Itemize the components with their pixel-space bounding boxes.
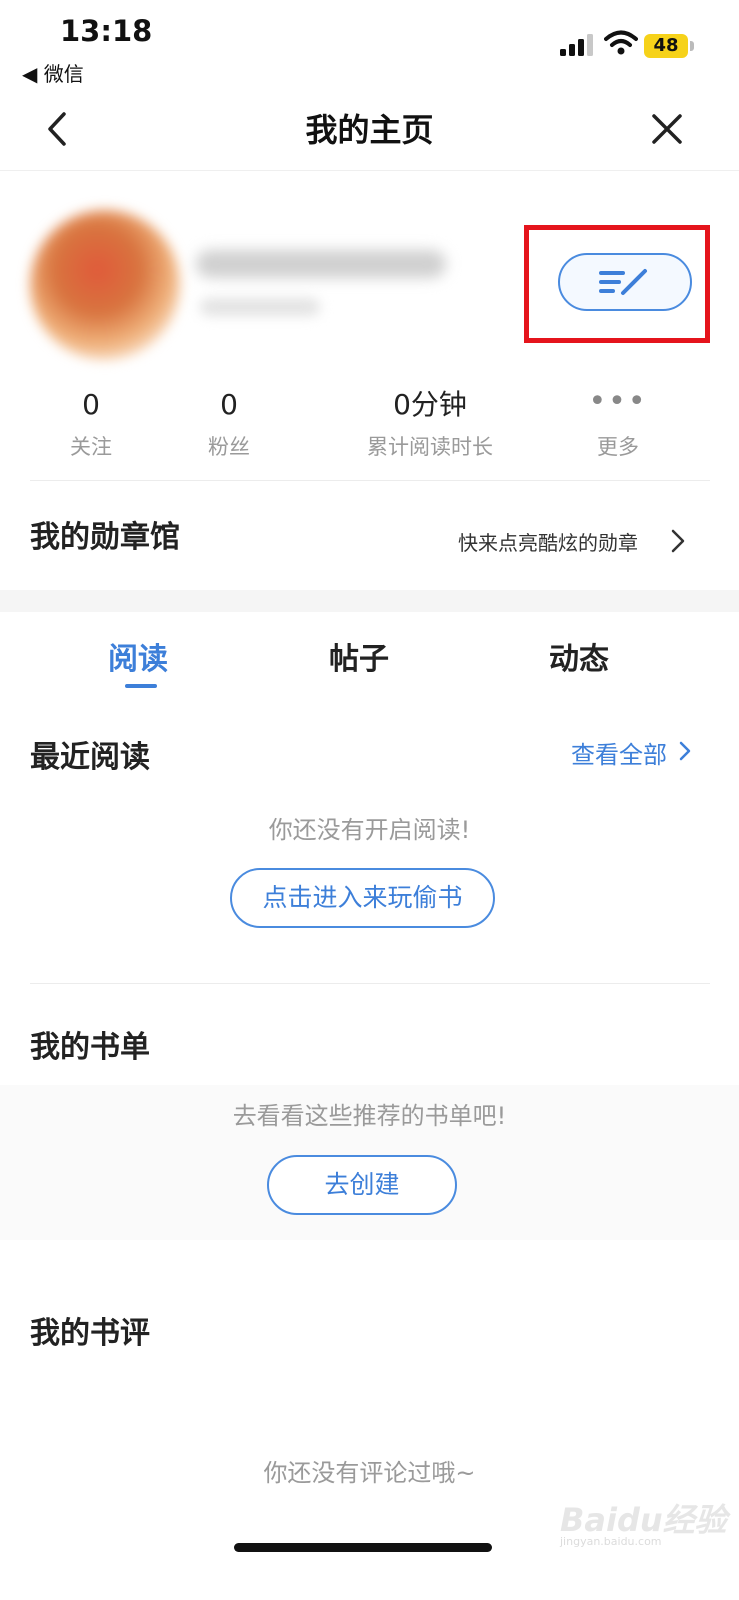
stat-followers[interactable]: 0 粉丝: [188, 385, 270, 461]
user-id-blurred: [200, 298, 320, 316]
baidu-watermark-url: jingyan.baidu.com: [560, 1535, 662, 1548]
wifi-icon: [604, 30, 638, 55]
medal-hall-title[interactable]: 我的勋章馆: [30, 512, 180, 556]
page-title: 我的主页: [305, 111, 434, 149]
stat-more-label: 更多: [597, 435, 639, 459]
stat-following[interactable]: 0 关注: [50, 385, 132, 461]
tab-activity[interactable]: 动态: [549, 634, 609, 678]
stat-reading-time-label: 累计阅读时长: [367, 435, 493, 459]
stat-followers-label: 粉丝: [208, 435, 250, 459]
chevron-right-icon[interactable]: [678, 740, 692, 762]
stat-reading-time[interactable]: 0分钟 累计阅读时长: [350, 385, 510, 461]
battery-cap: [690, 41, 694, 51]
recent-reading-title: 最近阅读: [30, 740, 150, 775]
stat-following-value: 0: [82, 388, 100, 421]
active-tab-indicator: [125, 684, 157, 688]
more-dots-icon: •••: [588, 384, 648, 419]
book-review-empty-text: 你还没有评论过哦~: [263, 1459, 476, 1487]
edit-profile-button[interactable]: [558, 253, 692, 311]
username-blurred: [196, 250, 446, 278]
battery-indicator: 48: [644, 34, 688, 58]
tab-reading[interactable]: 阅读: [108, 634, 168, 678]
signal-icon: [560, 34, 593, 56]
tab-posts[interactable]: 帖子: [329, 634, 389, 678]
back-to-wechat-link[interactable]: ◀ 微信: [22, 58, 84, 87]
start-reading-button[interactable]: 点击进入来玩偷书: [230, 868, 495, 928]
book-list-title: 我的书单: [30, 1030, 150, 1065]
stat-followers-value: 0: [220, 388, 238, 421]
chevron-right-icon[interactable]: [670, 528, 686, 554]
book-list-empty-text: 去看看这些推荐的书单吧!: [232, 1102, 507, 1130]
create-book-list-button[interactable]: 去创建: [267, 1155, 457, 1215]
close-icon[interactable]: [648, 110, 686, 148]
stat-following-label: 关注: [70, 435, 112, 459]
medal-hall-hint[interactable]: 快来点亮酷炫的勋章: [458, 527, 638, 556]
home-indicator[interactable]: [234, 1543, 492, 1552]
section-separator: [0, 590, 739, 612]
recent-reading-empty-text: 你还没有开启阅读!: [268, 816, 471, 844]
stats-divider: [30, 480, 710, 481]
book-review-title: 我的书评: [30, 1316, 150, 1351]
recent-reading-divider: [30, 983, 710, 984]
avatar[interactable]: [30, 210, 180, 360]
view-all-link[interactable]: 查看全部: [571, 735, 667, 770]
nav-divider: [0, 170, 739, 171]
status-time: 13:18: [60, 14, 153, 48]
stat-more[interactable]: ••• 更多: [578, 385, 658, 461]
stat-reading-time-value: 0分钟: [393, 388, 467, 421]
edit-list-icon: [599, 269, 647, 295]
